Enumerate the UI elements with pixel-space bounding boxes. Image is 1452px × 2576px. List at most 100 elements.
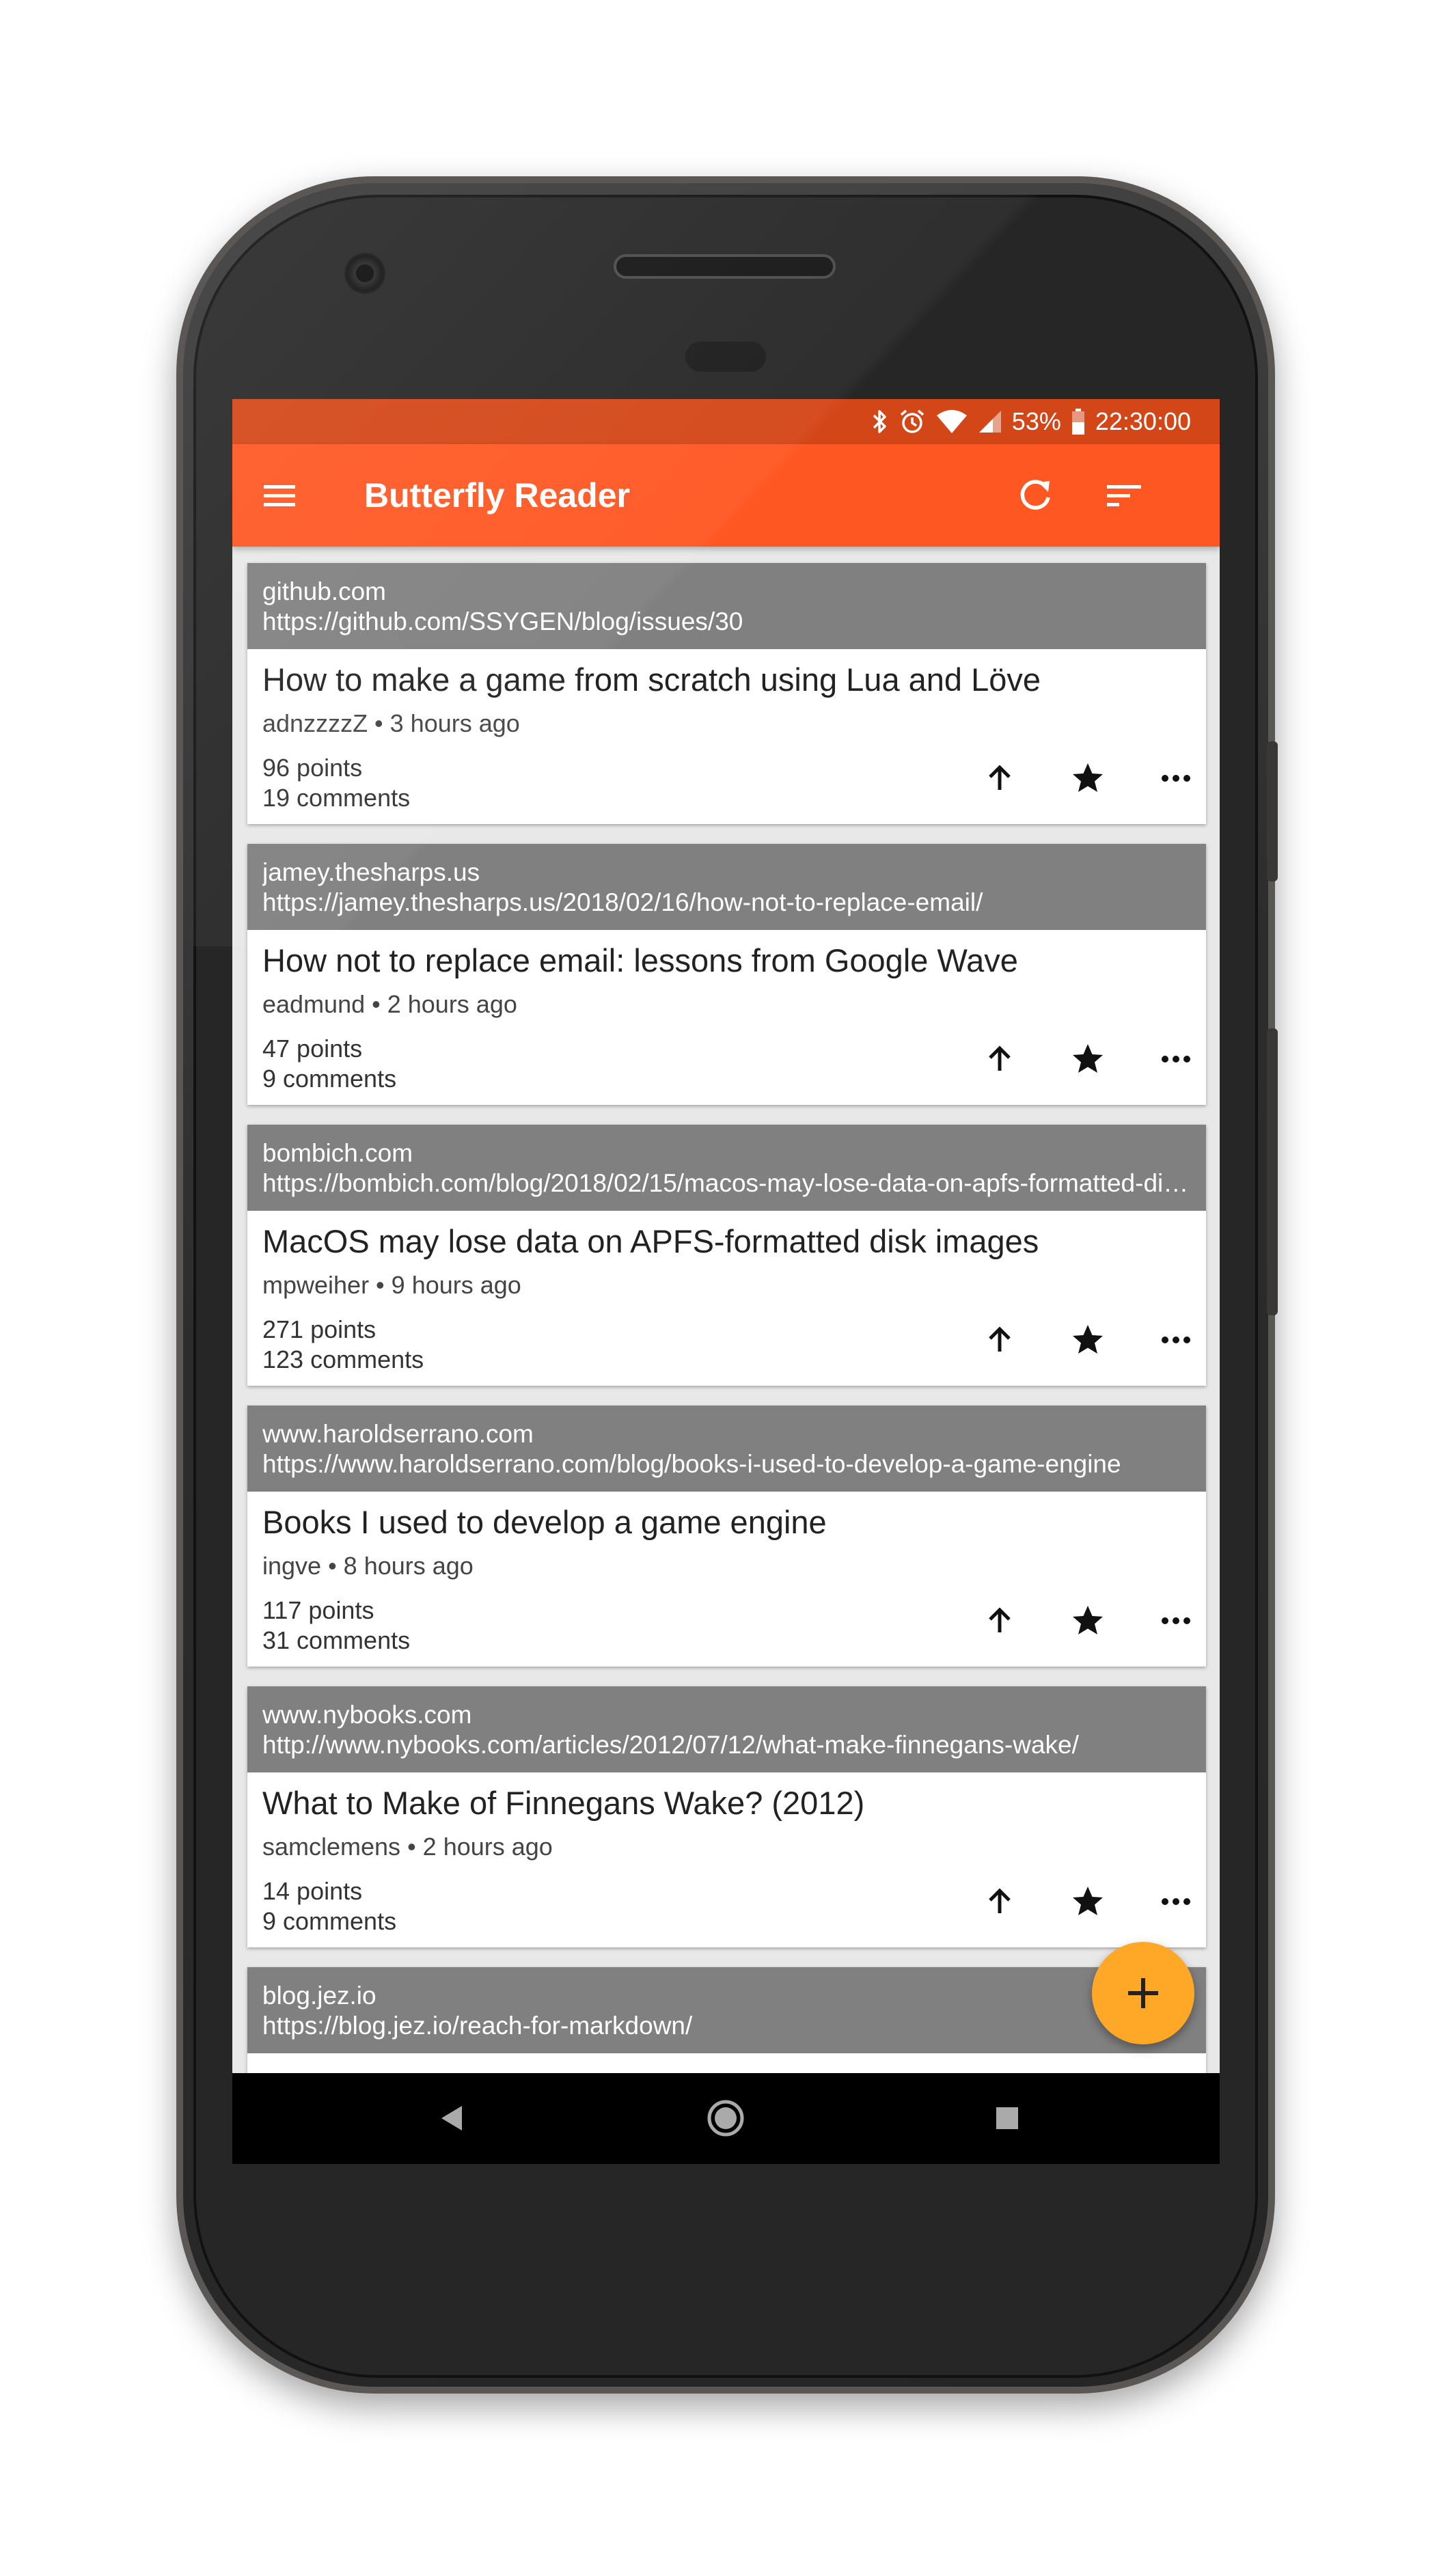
story-points: 96 points [262,754,363,782]
star-icon [1073,1044,1103,1073]
story-url[interactable]: https://bombich.com/blog/2018/02/15/maco… [262,1168,1191,1198]
story-card[interactable]: www.haroldserrano.com https://www.harold… [247,1406,1206,1667]
clock: 22:30:00 [1095,407,1191,435]
story-comments[interactable]: 9 comments [262,1906,396,1936]
arrow-up-icon [989,1326,1011,1352]
story-stats[interactable]: 47 points 9 comments [262,1034,396,1094]
upvote-button[interactable] [976,1316,1024,1364]
upvote-button[interactable] [976,1597,1024,1645]
more-horizontal-icon [1162,775,1190,782]
story-domain: www.haroldserrano.com [262,1420,534,1448]
more-options-button[interactable] [1152,1597,1200,1645]
add-icon [1128,1978,1158,2008]
favorite-button[interactable] [1064,1316,1112,1364]
story-domain: bombich.com [262,1139,413,1167]
front-camera [344,253,385,294]
story-byline: eadmund • 2 hours ago [262,990,517,1018]
more-options-button[interactable] [1152,1035,1200,1083]
favorite-button[interactable] [1064,1035,1112,1083]
story-points: 47 points [262,1034,363,1063]
recents-icon[interactable] [987,2098,1028,2139]
star-icon [1073,1887,1103,1915]
app-toolbar: Butterfly Reader [232,444,1220,547]
earpiece-speaker [614,254,836,279]
story-card[interactable]: www.nybooks.com http://www.nybooks.com/a… [247,1686,1206,1947]
story-card[interactable]: jamey.thesharps.us https://jamey.theshar… [247,844,1206,1105]
star-icon [1073,1606,1103,1634]
volume-button [1267,1028,1278,1315]
bluetooth-icon [871,409,889,435]
app-title: Butterfly Reader [364,476,630,515]
story-comments[interactable]: 19 comments [262,783,410,813]
status-bar: 53% 22:30:00 [232,399,1220,444]
more-horizontal-icon [1162,1056,1190,1063]
story-url[interactable]: https://blog.jez.io/reach-for-markdown/ [262,2011,1191,2041]
story-card[interactable]: bombich.com https://bombich.com/blog/201… [247,1125,1206,1386]
more-options-button[interactable] [1152,1316,1200,1364]
more-options-button[interactable] [1152,1878,1200,1926]
story-domain: blog.jez.io [262,1982,376,2010]
story-header[interactable]: jamey.thesharps.us https://jamey.theshar… [247,844,1206,930]
upvote-button[interactable] [976,754,1024,802]
story-comments[interactable]: 9 comments [262,1064,396,1094]
arrow-up-icon [989,1607,1011,1632]
story-title[interactable]: What to Make of Finnegans Wake? (2012) [262,1784,864,1822]
story-domain: www.nybooks.com [262,1701,472,1729]
star-icon [1073,763,1103,792]
signal-icon [978,409,1002,434]
story-title[interactable]: MacOS may lose data on APFS-formatted di… [262,1222,1039,1260]
home-icon[interactable] [705,2098,746,2139]
story-byline: samclemens • 2 hours ago [262,1833,553,1861]
proximity-sensor [685,342,766,372]
favorite-button[interactable] [1064,1597,1112,1645]
story-title[interactable]: How to make a game from scratch using Lu… [262,661,1041,698]
story-byline: adnzzzzZ • 3 hours ago [262,709,520,737]
story-domain: github.com [262,577,386,605]
arrow-up-icon [989,765,1011,790]
wifi-icon [935,409,968,435]
story-url[interactable]: https://jamey.thesharps.us/2018/02/16/ho… [262,888,1191,918]
battery-icon [1071,408,1086,435]
sort-icon[interactable] [1104,476,1144,515]
story-header[interactable]: bombich.com https://bombich.com/blog/201… [247,1125,1206,1211]
favorite-button[interactable] [1064,754,1112,802]
story-byline: ingve • 8 hours ago [262,1552,474,1580]
story-card[interactable]: github.com https://github.com/SSYGEN/blo… [247,563,1206,824]
story-comments[interactable]: 123 comments [262,1345,424,1375]
story-header[interactable]: www.haroldserrano.com https://www.harold… [247,1406,1206,1492]
story-title[interactable]: Books I used to develop a game engine [262,1503,827,1541]
power-button [1267,741,1278,881]
story-url[interactable]: https://github.com/SSYGEN/blog/issues/30 [262,607,1191,637]
story-stats[interactable]: 271 points 123 comments [262,1315,424,1375]
star-icon [1073,1325,1103,1354]
story-header[interactable]: blog.jez.io https://blog.jez.io/reach-fo… [247,1967,1206,2053]
back-icon[interactable] [430,2098,471,2139]
battery-percent: 53% [1011,407,1061,435]
story-header[interactable]: github.com https://github.com/SSYGEN/blo… [247,563,1206,649]
more-options-button[interactable] [1152,754,1200,802]
screen: 53% 22:30:00 Butterfly Reader github.com… [232,399,1220,2164]
favorite-button[interactable] [1064,1878,1112,1926]
story-stats[interactable]: 14 points 9 comments [262,1876,396,1936]
story-url[interactable]: https://www.haroldserrano.com/blog/books… [262,1449,1191,1479]
navigation-bar [232,2073,1220,2164]
refresh-icon[interactable] [1015,476,1055,515]
more-horizontal-icon [1162,1337,1190,1343]
arrow-up-icon [989,1888,1011,1913]
story-domain: jamey.thesharps.us [262,858,480,886]
more-horizontal-icon [1162,1617,1190,1624]
story-header[interactable]: www.nybooks.com http://www.nybooks.com/a… [247,1686,1206,1772]
story-stats[interactable]: 117 points 31 comments [262,1595,410,1656]
arrow-up-icon [989,1045,1011,1071]
story-url[interactable]: http://www.nybooks.com/articles/2012/07/… [262,1730,1191,1760]
story-title[interactable]: How not to replace email: lessons from G… [262,942,1018,979]
add-button[interactable] [1092,1942,1194,2044]
story-points: 117 points [262,1596,374,1624]
menu-icon[interactable] [261,477,298,514]
story-stats[interactable]: 96 points 19 comments [262,753,410,813]
story-comments[interactable]: 31 comments [262,1626,410,1656]
upvote-button[interactable] [976,1878,1024,1926]
upvote-button[interactable] [976,1035,1024,1083]
alarm-icon [899,408,926,435]
story-points: 14 points [262,1877,363,1905]
